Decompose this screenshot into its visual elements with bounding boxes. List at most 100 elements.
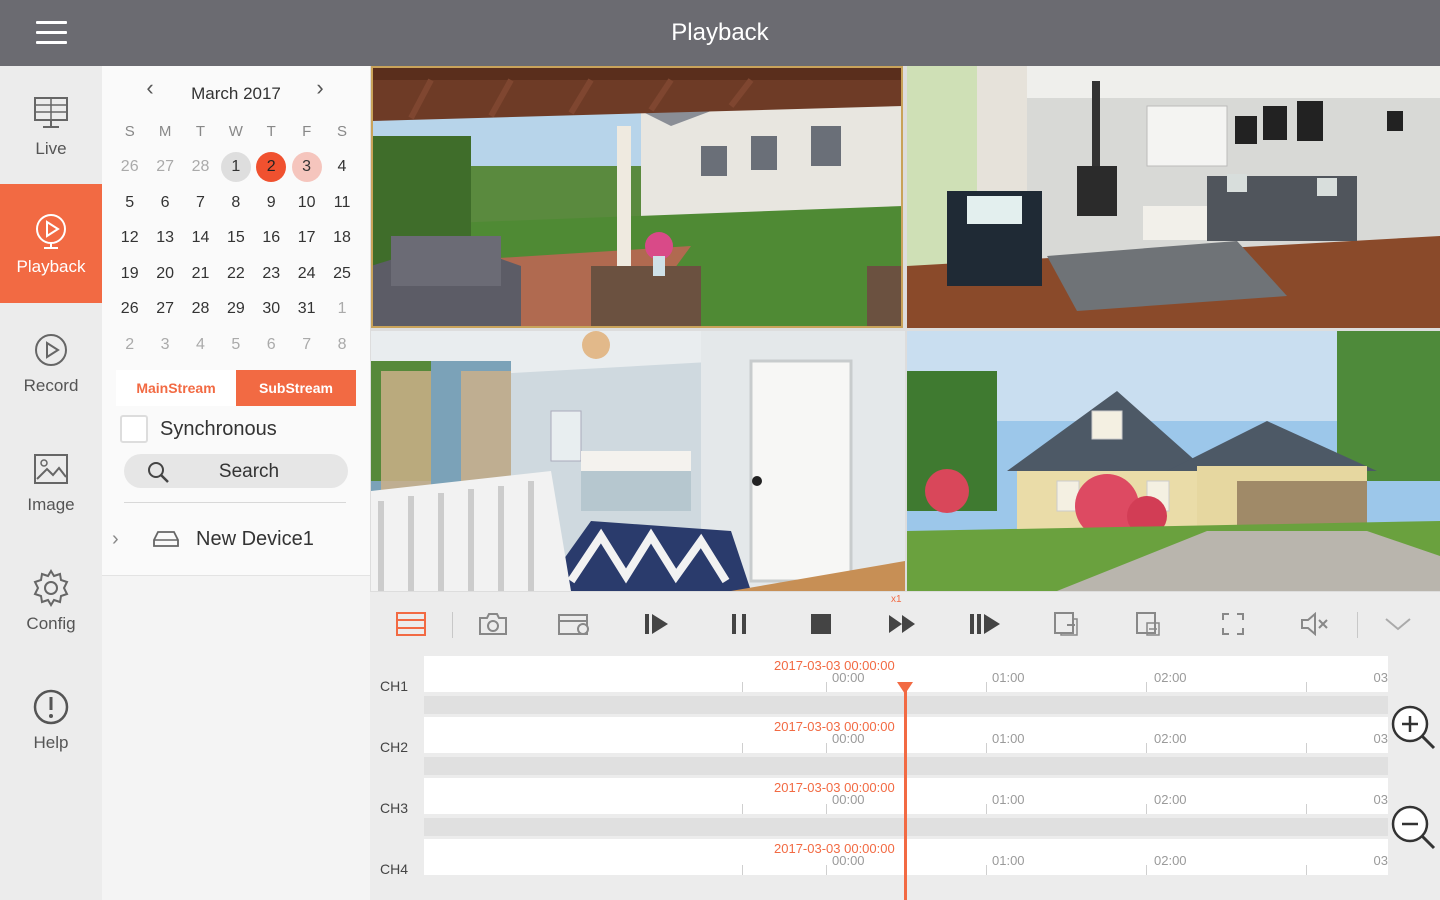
calendar-day[interactable]: 8 — [218, 188, 253, 218]
snapshot-button[interactable] — [473, 606, 513, 642]
calendar-day[interactable]: 30 — [254, 294, 289, 324]
nav-item-live[interactable]: Live — [0, 66, 102, 185]
calendar-day[interactable]: 15 — [218, 223, 253, 253]
search-button[interactable]: Search — [124, 454, 348, 488]
timeline[interactable]: CH1 00:00 01:00 02:00 03 2017-03-03 00:0… — [370, 656, 1440, 900]
record-clip-button[interactable] — [555, 606, 595, 642]
frame-step-icon — [970, 614, 1000, 634]
calendar-week-row: 26 27 28 29 30 31 1 — [112, 292, 360, 328]
substream-tab[interactable]: SubStream — [236, 370, 356, 406]
calendar-day[interactable]: 16 — [254, 223, 289, 253]
nav-item-playback[interactable]: Playback — [0, 184, 102, 303]
camera-view-4[interactable] — [907, 331, 1440, 591]
calendar-day[interactable]: 25 — [324, 259, 359, 289]
nav-label-config: Config — [26, 613, 76, 633]
mute-icon — [1301, 612, 1328, 636]
calendar-day[interactable]: 23 — [254, 259, 289, 289]
calendar-day[interactable]: 31 — [289, 294, 324, 324]
calendar-day[interactable]: 1 — [324, 294, 359, 324]
time-label: 02:00 — [1154, 853, 1187, 868]
time-label: 03 — [1373, 792, 1388, 807]
calendar-day[interactable]: 27 — [147, 152, 182, 182]
next-month-button[interactable]: › — [306, 76, 334, 102]
calendar-day[interactable]: 4 — [183, 330, 218, 360]
copy-all-button[interactable] — [1129, 606, 1169, 642]
camera-view-2[interactable] — [907, 66, 1440, 328]
calendar-day[interactable]: 10 — [289, 188, 324, 218]
timeline-date-label: 2017-03-03 00:00:00 — [774, 780, 895, 795]
weekday-label: T — [266, 123, 276, 141]
calendar-day[interactable]: 17 — [289, 223, 324, 253]
calendar-day[interactable]: 27 — [147, 294, 182, 324]
device-name: New Device1 — [196, 527, 314, 550]
calendar-day[interactable]: 6 — [147, 188, 182, 218]
calendar-day[interactable]: 2 — [112, 330, 147, 360]
calendar-day[interactable]: 28 — [183, 152, 218, 182]
nav-item-record[interactable]: Record — [0, 303, 102, 422]
chevron-right-icon[interactable]: › — [112, 528, 132, 551]
time-label: 01:00 — [992, 792, 1025, 807]
nav-item-help[interactable]: Help — [0, 660, 102, 779]
calendar-day[interactable]: 20 — [147, 259, 182, 289]
synchronous-checkbox[interactable] — [120, 415, 148, 443]
calendar-day[interactable]: 12 — [112, 223, 147, 253]
play-button[interactable] — [637, 606, 677, 642]
weekday-label: S — [124, 123, 135, 141]
nav-label-live: Live — [35, 138, 67, 158]
calendar-day[interactable]: 18 — [324, 223, 359, 253]
fullscreen-button[interactable] — [1213, 606, 1253, 642]
calendar-day[interactable]: 8 — [324, 330, 359, 360]
calendar-day[interactable]: 3 — [291, 152, 322, 183]
calendar-day[interactable]: 4 — [324, 152, 359, 182]
calendar-day[interactable]: 5 — [112, 188, 147, 218]
calendar-day[interactable]: 1 — [220, 152, 251, 183]
play-circle-icon — [36, 213, 66, 249]
device-tree-item[interactable]: › New Device1 — [112, 524, 362, 554]
calendar-day[interactable]: 26 — [112, 294, 147, 324]
playhead-marker[interactable] — [897, 682, 913, 694]
nav-item-image[interactable]: Image — [0, 422, 102, 541]
copy-button[interactable] — [1047, 606, 1087, 642]
calendar-week-row: 2345678 — [112, 327, 360, 363]
calendar-day[interactable]: 9 — [254, 188, 289, 218]
weekday-label: M — [158, 123, 172, 141]
calendar-day[interactable]: 7 — [183, 188, 218, 218]
fast-forward-button[interactable]: x1 — [883, 594, 923, 642]
speed-label: x1 — [891, 594, 902, 605]
pause-button[interactable] — [719, 606, 759, 642]
calendar-day[interactable]: 5 — [218, 330, 253, 360]
time-label: 02:00 — [1154, 731, 1187, 746]
calendar-day[interactable]: 3 — [147, 330, 182, 360]
playhead[interactable] — [904, 682, 907, 900]
calendar-day[interactable]: 7 — [289, 330, 324, 360]
camera-view-1[interactable] — [371, 66, 903, 328]
calendar-day[interactable]: 21 — [183, 259, 218, 289]
snapshot-icon — [479, 613, 507, 635]
playback-toolbar: x1 — [370, 592, 1440, 656]
calendar-day[interactable]: 26 — [112, 152, 147, 182]
calendar-day[interactable]: 22 — [218, 259, 253, 289]
zoom-in-icon[interactable] — [1388, 702, 1438, 752]
collapse-toolbar-button[interactable] — [1378, 606, 1418, 642]
calendar-day[interactable]: 29 — [218, 294, 253, 324]
nav-item-config[interactable]: Config — [0, 541, 102, 660]
stop-button[interactable] — [801, 606, 841, 642]
mute-button[interactable] — [1295, 606, 1335, 642]
calendar-day[interactable]: 11 — [324, 188, 359, 218]
mainstream-tab[interactable]: MainStream — [116, 370, 236, 406]
calendar-day[interactable]: 28 — [183, 294, 218, 324]
calendar-panel: ‹ March 2017 › S M T W T F S 26 27 28 1 2 3 4 5 6 7 8 9 10 1… — [102, 66, 370, 576]
calendar-day[interactable]: 24 — [289, 259, 324, 289]
calendar-day[interactable]: 19 — [112, 259, 147, 289]
fast-forward-icon — [889, 615, 915, 633]
calendar-day[interactable]: 13 — [147, 223, 182, 253]
timeline-date-label: 2017-03-03 00:00:00 — [774, 841, 895, 856]
camera-view-3[interactable] — [371, 331, 905, 591]
split-layout-button[interactable] — [391, 606, 431, 642]
weekday-label: T — [195, 123, 206, 141]
frame-step-button[interactable] — [965, 606, 1005, 642]
calendar-day[interactable]: 6 — [254, 330, 289, 360]
zoom-out-icon[interactable] — [1388, 802, 1438, 852]
calendar-day[interactable]: 14 — [183, 223, 218, 253]
calendar-day[interactable]: 2 — [256, 152, 287, 183]
